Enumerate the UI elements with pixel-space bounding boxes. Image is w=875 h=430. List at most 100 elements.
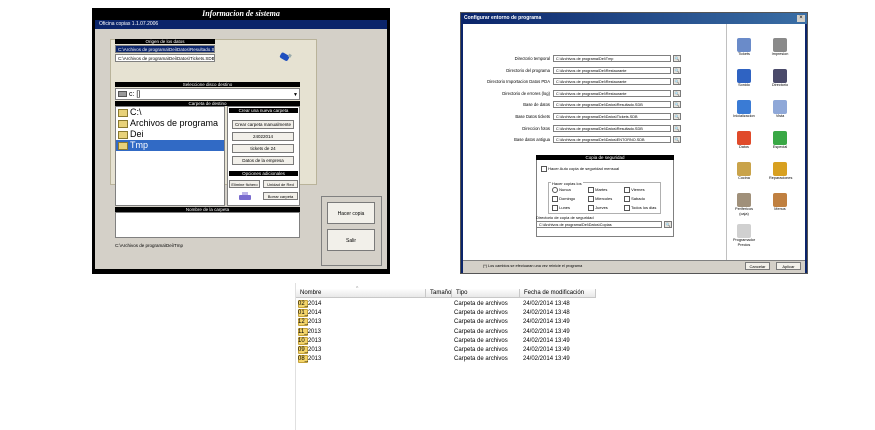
setting-label: Directorio Importacion Datos PDA — [487, 79, 550, 85]
sidebar-item[interactable]: Vista — [769, 100, 791, 119]
sidebar-item[interactable]: Menus — [769, 193, 791, 212]
setting-label: Directorio de errores (log) — [502, 90, 550, 96]
auto-backup-checkbox[interactable]: Hacer Auto copia de seguridad mensual — [541, 166, 619, 172]
setting-path-input[interactable]: C:\Archivos de programa\Dei\Tmp — [553, 55, 671, 62]
search-icon[interactable] — [673, 89, 681, 97]
search-icon[interactable] — [673, 124, 681, 132]
setting-path-input[interactable]: C:\Archivos de programa\Dei\Datos\ENTORN… — [553, 136, 671, 144]
search-icon[interactable] — [673, 113, 681, 120]
row-date: 24/02/2014 13:49 — [523, 337, 570, 344]
day-radio[interactable]: Domingo — [552, 196, 575, 202]
table-row[interactable]: 11_2013 Carpeta de archivos 24/02/2014 1… — [296, 327, 596, 337]
sidebar-item[interactable]: Tickets — [733, 38, 755, 57]
tree-item-tmp[interactable]: Tmp — [116, 140, 224, 151]
sidebar-item-label: Datos — [739, 145, 749, 149]
search-icon[interactable] — [673, 66, 681, 74]
search-icon[interactable] — [673, 55, 681, 62]
setting-path-input[interactable]: C:\Archivos de programa\Dei\Restaurante — [553, 66, 671, 74]
table-row[interactable]: 01_2014 Carpeta de archivos 24/02/2014 1… — [296, 309, 596, 318]
delete-file-button[interactable]: Elimine fichero — [229, 180, 260, 188]
day-radio[interactable]: Viernes — [624, 187, 645, 193]
delete-folder-button[interactable]: Borrar carpeta — [263, 192, 298, 200]
table-row[interactable]: 02_2014 Carpeta de archivos 24/02/2014 1… — [296, 300, 596, 309]
checkbox-icon — [624, 196, 630, 202]
search-icon[interactable] — [673, 136, 681, 144]
footer-note: (*) Los cambios se efectuaran una vez re… — [483, 264, 583, 268]
sidebar-item[interactable]: Programador Precios — [733, 224, 755, 248]
search-icon[interactable] — [664, 221, 672, 228]
row-date: 24/02/2014 13:49 — [523, 319, 570, 326]
usb-drive-icon — [278, 51, 292, 63]
cancel-button[interactable]: Cancelar — [745, 262, 770, 270]
table-row[interactable]: 10_2013 Carpeta de archivos 24/02/2014 1… — [296, 336, 596, 346]
row-name-text: 01_2014 — [298, 310, 322, 317]
day-radio[interactable]: Jueves — [588, 205, 608, 211]
day-radio[interactable]: Nunca — [552, 187, 571, 193]
drive-select[interactable]: c: [] ▼ — [115, 88, 300, 100]
apply-button[interactable]: Aplicar — [776, 262, 801, 270]
backup-dir-input[interactable]: C:\Archivos de programa\Dei\Datos\Copias — [536, 221, 662, 228]
checkbox-icon — [552, 196, 558, 202]
chevron-down-icon[interactable]: ▼ — [293, 90, 298, 99]
setting-path-input[interactable]: C:\Archivos de programa\Dei\Datos\Ticket… — [553, 113, 671, 120]
tree-item-dei[interactable]: Dei — [116, 129, 224, 140]
sidebar-item[interactable]: Datos — [733, 131, 755, 150]
folder-name-input[interactable] — [115, 212, 300, 238]
row-type: Carpeta de archivos — [454, 319, 508, 326]
day-radio[interactable]: Todos los dias — [624, 205, 656, 211]
sidebar-item[interactable]: Sonido — [733, 69, 755, 88]
close-icon[interactable]: × — [797, 15, 805, 22]
column-header-type[interactable]: Tipo — [452, 289, 520, 298]
network-drive-button[interactable]: Unidad de Red — [263, 180, 298, 188]
day-radio[interactable]: Martes — [588, 187, 607, 193]
column-header-size[interactable]: Tamaño — [426, 289, 452, 298]
search-icon[interactable] — [673, 101, 681, 109]
setting-path-input[interactable]: C:\Archivos de programa\Dei\Datos\Result… — [553, 124, 671, 132]
exit-button[interactable]: Salir — [327, 229, 375, 251]
sidebar-item[interactable]: Inicializacion — [733, 100, 755, 119]
row-type: Carpeta de archivos — [454, 328, 508, 335]
settings-window: Configurar entorno de programa × Directo… — [460, 12, 808, 274]
sidebar-item[interactable]: Perifericos (caja) — [733, 193, 755, 217]
folder-tree[interactable]: C:\ Archivos de programa Dei Tmp — [115, 106, 225, 206]
table-row[interactable]: 08_2013 Carpeta de archivos 24/02/2014 1… — [296, 355, 596, 364]
checkbox-icon — [588, 196, 594, 202]
sidebar-item[interactable]: Cocina — [733, 162, 755, 181]
tree-item-program-files[interactable]: Archivos de programa — [116, 118, 224, 129]
day-radio[interactable]: Miercoles — [588, 196, 612, 202]
days-group-label: Hacer copias los — [551, 181, 583, 186]
make-copy-button[interactable]: Hacer copia — [327, 202, 375, 224]
sidebar-item[interactable]: Directorio — [769, 69, 791, 88]
window-title: Configurar entorno de programa — [461, 13, 807, 24]
setting-path-input[interactable]: C:\Archivos de programa\Dei\Datos\Result… — [553, 101, 671, 109]
column-label: Nombre — [300, 290, 322, 296]
tickets-folder-button[interactable]: tickets de 24 — [232, 144, 294, 153]
table-row[interactable]: 09_2013 Carpeta de archivos 24/02/2014 1… — [296, 346, 596, 355]
backup-window: Informacion de sistema Oficina copias 1.… — [92, 8, 390, 274]
origin-path-2[interactable]: C:\Archivos de programa\Dei\Datos\Ticket… — [115, 54, 215, 62]
company-data-button[interactable]: Datos de la empresa — [232, 156, 294, 165]
setting-path-input[interactable]: C:\Archivos de programa\Dei\Restaurante — [553, 89, 671, 97]
day-label: Jueves — [595, 205, 608, 211]
drive-value: c: [] — [129, 91, 141, 98]
row-date: 24/02/2014 13:48 — [523, 301, 570, 307]
column-header-name[interactable]: Nombre ^ — [296, 286, 426, 298]
sidebar-item-label: Inicializacion — [733, 114, 755, 118]
column-header-date[interactable]: Fecha de modificación — [520, 289, 596, 298]
tree-label: C:\ — [130, 107, 142, 117]
create-manual-button[interactable]: Crear carpeta manualmente — [232, 120, 294, 129]
sidebar-item[interactable]: Impresion — [769, 38, 791, 57]
sidebar-item-label: Perifericos (caja) — [735, 207, 753, 216]
origin-path-1[interactable]: C:\Archivos de programa\Dei\Datos\Result… — [115, 45, 215, 53]
search-icon[interactable] — [673, 78, 681, 86]
sidebar-item[interactable]: Especial — [769, 131, 791, 150]
sidebar-item[interactable]: Reparaciones — [769, 162, 792, 181]
tree-item-root[interactable]: C:\ — [116, 107, 224, 118]
sidebar-item-icon — [773, 131, 787, 145]
table-row[interactable]: 12_2013 Carpeta de archivos 24/02/2014 1… — [296, 318, 596, 327]
day-radio[interactable]: Lunes — [552, 205, 570, 211]
setting-path-input[interactable]: C:\Archivos de programa\Dei\Restaurante — [553, 78, 671, 86]
day-radio[interactable]: Sabado — [624, 196, 645, 202]
date-folder-button[interactable]: 24022014 — [232, 132, 294, 141]
sidebar-item-label: Directorio — [771, 83, 789, 87]
